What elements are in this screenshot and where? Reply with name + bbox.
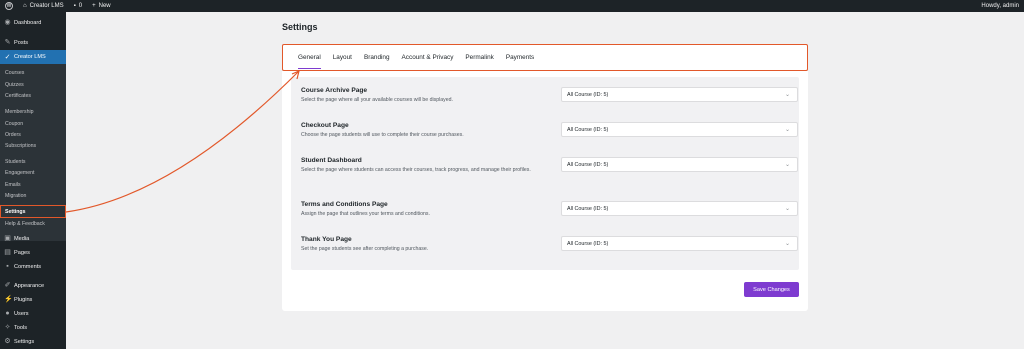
annotation-arrow bbox=[65, 69, 300, 213]
